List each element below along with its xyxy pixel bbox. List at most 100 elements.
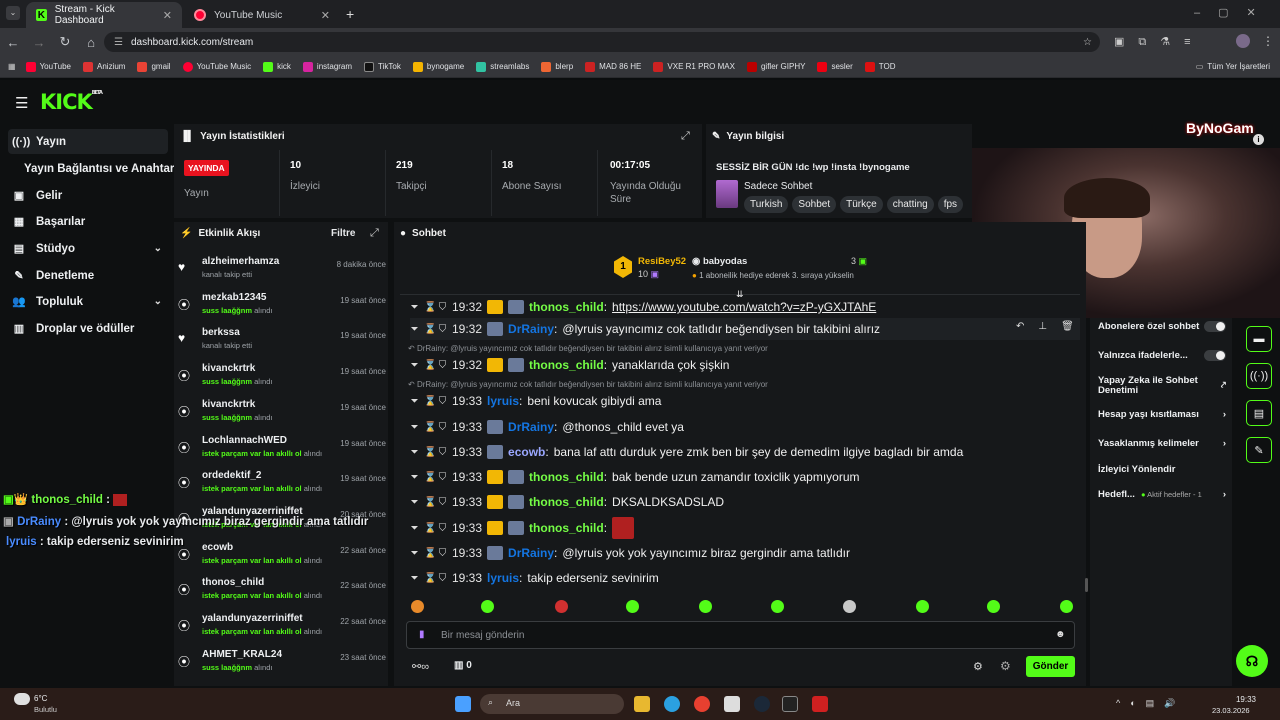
activity-item[interactable]: ⦿ mezkab12345 suss laağğnm alındı 19 saat ö… [178, 288, 386, 324]
bookmark[interactable]: Anizium [83, 61, 125, 72]
menu-icon[interactable]: ⋮ [1262, 34, 1274, 48]
setting-host[interactable]: İzleyici Yönlendir [1098, 464, 1226, 475]
shield-icon[interactable]: ⛉ [438, 548, 447, 559]
timeout-icon[interactable]: ⏷ [410, 324, 419, 335]
chat-message[interactable]: ⏷ ⌛ ⛉ 19:33 thonos_child: [410, 517, 1080, 539]
bookmark[interactable]: kick [263, 61, 291, 72]
shield-icon[interactable]: ⛉ [438, 447, 447, 458]
tag[interactable]: fps [937, 196, 964, 213]
extension-icons[interactable]: ▣⧉⚗≡ [1114, 35, 1205, 49]
hamburger-menu-icon[interactable]: ☰ [15, 94, 28, 112]
forward-icon[interactable]: → [26, 35, 52, 50]
chat-username[interactable]: thonos_child [529, 521, 604, 535]
tab-youtube-music[interactable]: YouTube Music ✕ [184, 2, 340, 28]
activity-item[interactable]: ⦿ AHMET_KRAL24 suss laağğnm alındı 23 saat … [178, 645, 386, 681]
nav-item-yayin[interactable]: ((·)) Yayın [8, 129, 168, 154]
bookmark[interactable]: gifler GIPHY [746, 61, 805, 72]
timeout-icon[interactable]: ⏷ [410, 422, 419, 433]
edge-icon[interactable] [664, 696, 680, 712]
activity-item[interactable]: ♥ alzheimerhamza kanalı takip etti 8 dakika… [178, 252, 386, 288]
chat-username[interactable]: lyruis [487, 394, 519, 408]
timeout-icon[interactable]: ⏷ [410, 573, 419, 584]
chat-message[interactable]: ⏷ ⌛ ⛉ 19:33 lyruis: beni kovucak gibiydi ama [410, 390, 1080, 412]
chat-link[interactable]: https://www.youtube.com/watch?v=zP-yGXJT… [612, 300, 876, 314]
chat-input-box[interactable]: ▮ Bir mesaj gönderin ☻ [406, 621, 1075, 649]
shield-icon[interactable]: ⛉ [438, 302, 447, 313]
shield-icon[interactable]: ⛉ [438, 324, 447, 335]
activity-item[interactable]: ♥ berkssa kanalı takip etti 19 saat önce [178, 323, 386, 359]
hourglass-icon[interactable]: ⌛ [424, 548, 436, 559]
bookmark[interactable]: TOD [864, 61, 896, 72]
emote-icon[interactable] [843, 600, 856, 613]
emoji-icon[interactable]: ☻ [1055, 629, 1066, 640]
shield-icon[interactable]: ⛉ [438, 472, 447, 483]
chat-username[interactable]: ecowb [508, 445, 545, 459]
chat-message[interactable]: ⏷ ⌛ ⛉ 19:33 DrRainy: @thonos_child evet ya [410, 416, 1080, 438]
bookmark[interactable]: MAD 86 HE [585, 61, 641, 72]
start-icon[interactable] [455, 696, 471, 712]
new-tab-icon[interactable]: + [346, 6, 354, 22]
close-tab-icon[interactable]: ✕ [321, 9, 330, 22]
shield-icon[interactable]: ⛉ [438, 422, 447, 433]
emote-icon[interactable] [771, 600, 784, 613]
bookmark[interactable]: YouTube Music [182, 61, 251, 72]
nav-item-gelir[interactable]: ▣ Gelir [8, 183, 168, 208]
setting-ai-moderation[interactable]: Yapay Zeka ile Sohbet Denetimi ⤤ [1098, 376, 1226, 396]
bookmark[interactable]: sesler [817, 61, 853, 72]
hourglass-icon[interactable]: ⌛ [424, 360, 436, 371]
hourglass-icon[interactable]: ⌛ [424, 422, 436, 433]
bookmark[interactable]: VXE R1 PRO MAX [653, 61, 735, 72]
chat-message[interactable]: ⏷ ⌛ ⛉ 19:33 thonos_child: DKSALDKSADSLAD [410, 491, 1080, 513]
emote-icon[interactable] [987, 600, 1000, 613]
reload-icon[interactable]: ↻ [52, 34, 78, 50]
all-bookmarks[interactable]: ▭ Tüm Yer İşaretleri [1196, 62, 1270, 71]
reply-context[interactable]: ↶ DrRainy: @lyruis yayıncımız cok tatlıd… [408, 380, 768, 389]
store-icon[interactable] [724, 696, 740, 712]
tag[interactable]: Türkçe [840, 196, 883, 213]
app-icon[interactable] [812, 696, 828, 712]
timeout-icon[interactable]: ⏷ [410, 523, 419, 534]
emote-icon[interactable] [699, 600, 712, 613]
emote-icon[interactable] [1060, 600, 1073, 613]
hourglass-icon[interactable]: ⌛ [424, 324, 436, 335]
activity-item[interactable]: ⦿ kivanckrtrk suss laağğnm alındı 19 saat ö… [178, 359, 386, 395]
info-icon[interactable]: i [1253, 134, 1264, 145]
chat-message[interactable]: ⏷ ⌛ ⛉ 19:33 DrRainy: @lyruis yok yok yayıncım… [410, 542, 1080, 564]
activity-item[interactable]: ⦿ LochlannachWED istek parçam var lan akıl… [178, 431, 386, 467]
bookmark[interactable]: YouTube [25, 61, 71, 72]
activity-item[interactable]: ⦿ ordedektif_2 istek parçam var lan akıllı… [178, 466, 386, 502]
emote-icon[interactable] [481, 600, 494, 613]
emote-icon[interactable] [916, 600, 929, 613]
chat-scrollbar[interactable] [1085, 578, 1088, 592]
filter-button[interactable]: Filtre [331, 228, 355, 239]
support-button[interactable]: ☊ [1236, 645, 1268, 677]
setting-emotes-only[interactable]: Yalnızca ifadelerle... [1098, 350, 1226, 361]
bookmark[interactable]: TikTok [364, 61, 401, 72]
bookmark[interactable]: blerp [541, 61, 573, 72]
nav-item-denetleme[interactable]: ✎ Denetleme [8, 263, 168, 288]
saved-count[interactable]: ▥ 0 [454, 660, 472, 671]
address-bar[interactable]: ☰ dashboard.kick.com/stream ☆ [104, 32, 1100, 52]
chat-username[interactable]: DrRainy [508, 322, 554, 336]
hourglass-icon[interactable]: ⌛ [424, 497, 436, 508]
kick-logo[interactable]: KICKBETA [40, 90, 103, 114]
bookmark[interactable]: instagram [302, 61, 352, 72]
chat-message[interactable]: ⏷ ⌛ ⛉ 19:33 lyruis: takip ederseniz sevinirim [410, 567, 1080, 589]
timeout-icon[interactable]: ⏷ [410, 472, 419, 483]
setting-banned-words[interactable]: Yasaklanmış kelimeler › [1098, 438, 1226, 449]
message-actions[interactable]: ↶⊥🗑 [1016, 321, 1088, 332]
tag[interactable]: Turkish [744, 196, 789, 213]
chat-username[interactable]: thonos_child [529, 470, 604, 484]
chrome-icon[interactable] [694, 696, 710, 712]
activity-item[interactable]: ⦿ yalandunyazerriniffet istek parçam var l… [178, 609, 386, 645]
tab-kick-dashboard[interactable]: K Stream - Kick Dashboard ✕ [26, 2, 182, 28]
reply-context[interactable]: ↶ DrRainy: @lyruis yayıncımız cok tatlıd… [408, 344, 768, 353]
emote-icon[interactable] [555, 600, 568, 613]
save-button[interactable]: ▤ [1246, 400, 1272, 426]
nav-item-droplar[interactable]: ▥ Droplar ve ödüller [8, 316, 168, 341]
shield-icon[interactable]: ⛉ [438, 360, 447, 371]
weather-icon[interactable] [14, 693, 30, 705]
chat-message[interactable]: ⏷ ⌛ ⛉ 19:33 ecowb: bana laf attı durduk yere … [410, 441, 1080, 463]
expand-icon[interactable]: ⤢ [370, 227, 379, 240]
moderation-button[interactable]: ✎ [1246, 437, 1272, 463]
